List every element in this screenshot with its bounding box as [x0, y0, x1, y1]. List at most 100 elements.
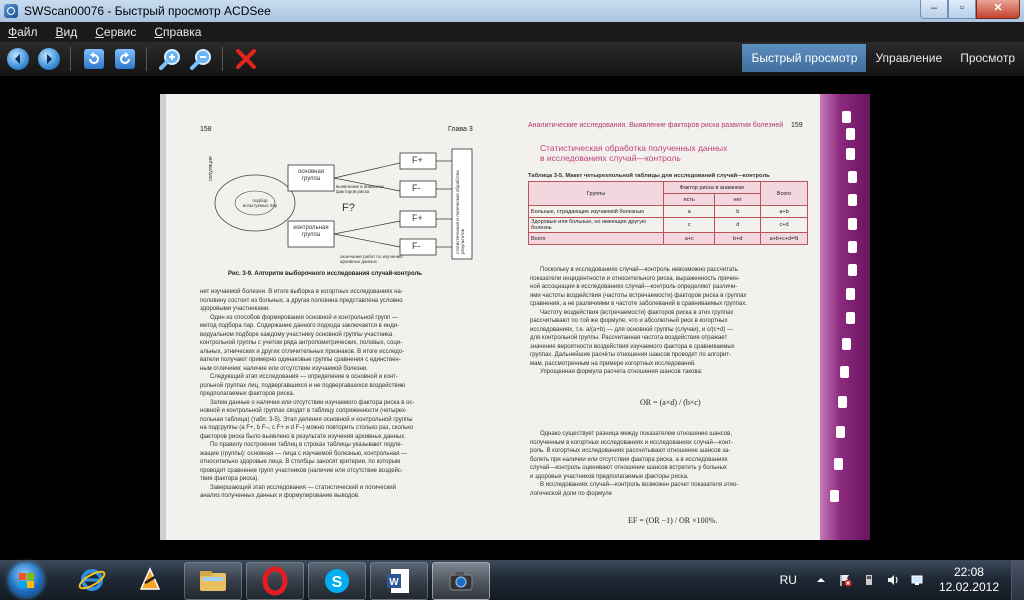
windows-logo-icon — [9, 563, 43, 597]
text-line: жащие (группы): основная — лица с изучае… — [200, 450, 408, 457]
diagram-risk-factor: выявление в анамнезе факторов риска — [336, 184, 384, 194]
text-line: половину состоит из больных, а другая по… — [200, 297, 403, 304]
perforation — [846, 128, 855, 140]
maximize-button[interactable]: ▫ — [948, 0, 976, 19]
table-header-total: Всего — [760, 181, 808, 206]
delete-icon — [236, 49, 256, 69]
taskbar-opera[interactable] — [246, 562, 304, 600]
taskbar: S W RU 22:08 12.02.2012 — [0, 560, 1024, 600]
window-controls: – ▫ ✕ — [920, 0, 1020, 19]
tab-view[interactable]: Просмотр — [951, 44, 1024, 72]
system-tray: RU 22:08 12.02.2012 — [780, 560, 1024, 600]
text-line: Затем данные о наличии или отсутствии из… — [210, 399, 415, 406]
tab-manage[interactable]: Управление — [866, 44, 951, 72]
title-bar[interactable]: SWScan00076 - Быстрый просмотр ACDSee – … — [0, 0, 1024, 22]
tab-quick-view[interactable]: Быстрый просмотр — [742, 44, 867, 72]
diagram-f-plus-2: F+ — [412, 213, 423, 223]
action-center-flag-icon[interactable] — [838, 573, 852, 587]
show-hidden-icons-icon[interactable] — [814, 573, 828, 587]
text-line: ным отличием: наличие или отсутствие изу… — [200, 365, 368, 372]
text-line: болеть при наличии или отсутствия фактор… — [530, 456, 728, 463]
perforation — [848, 194, 857, 206]
forward-button[interactable] — [36, 46, 62, 72]
zoom-in-icon — [159, 49, 180, 70]
show-desktop-button[interactable] — [1011, 560, 1024, 600]
diagram-main-group: основная группа — [297, 169, 325, 182]
formula-etiological-fraction: EF = (OR −1) / OR ×100%. — [628, 516, 718, 525]
right-column-text: Поскольку в исследованиях случай—контрол… — [530, 266, 820, 377]
taskbar-ie[interactable] — [64, 562, 120, 598]
diagram-cloud-label: подбор испытуемых пар — [242, 198, 278, 208]
usb-device-icon[interactable] — [862, 573, 876, 587]
text-line: ной ассоциации в исследованиях случай—ко… — [530, 284, 738, 290]
menu-view[interactable]: Вид — [56, 25, 78, 39]
close-button[interactable]: ✕ — [976, 0, 1020, 19]
text-line: Частоту воздействия (встречаемости) факт… — [540, 309, 734, 316]
volume-icon[interactable] — [886, 573, 900, 587]
window-title: SWScan00076 - Быстрый просмотр ACDSee — [24, 4, 271, 18]
contingency-table: Группы Фактор риска в анамнезе Всего ест… — [528, 181, 808, 245]
minimize-button[interactable]: – — [920, 0, 948, 19]
table-cell: b — [714, 205, 761, 218]
text-line: полученным в когортных исследованиях и и… — [530, 439, 733, 446]
language-indicator[interactable]: RU — [780, 573, 797, 587]
zoom-out-button[interactable] — [188, 46, 214, 72]
clock[interactable]: 22:08 12.02.2012 — [939, 565, 999, 595]
table-cell: c — [662, 217, 716, 233]
perforation — [838, 396, 847, 408]
table-cell: a+c — [662, 232, 716, 245]
network-icon[interactable] — [910, 573, 924, 587]
back-button[interactable] — [5, 46, 31, 72]
table-header-yes: есть — [662, 193, 716, 206]
text-line: сравнения, а не различиями в частоте заб… — [530, 301, 747, 307]
menu-file[interactable]: Файл — [8, 25, 38, 39]
table-cell: d — [714, 217, 761, 233]
clock-date: 12.02.2012 — [938, 580, 999, 594]
text-line: ватели получают примерно одинаковые груп… — [200, 357, 401, 363]
taskbar-acdsee[interactable] — [432, 562, 490, 600]
taskbar-word[interactable]: W — [370, 562, 428, 600]
menu-help[interactable]: Справка — [154, 25, 201, 39]
taskbar-winamp[interactable] — [122, 562, 178, 598]
ie-icon — [78, 569, 106, 591]
perforation — [840, 366, 849, 378]
text-line: нет изучаемой болезни. В итоге выборка в… — [200, 289, 403, 295]
left-header: Глава 3 — [448, 126, 473, 133]
perforation — [836, 426, 845, 438]
text-line: факторов риска было выявлено в результат… — [200, 433, 406, 440]
menu-tools[interactable]: Сервис — [95, 25, 136, 39]
text-line: метод подбора пар. Содержание данного по… — [200, 323, 400, 329]
image-viewer[interactable]: 158 Глава 3 Аналитические исследования. … — [0, 76, 1024, 560]
zoom-in-button[interactable] — [157, 46, 183, 72]
text-line: Один из способов формирования основной и… — [210, 314, 398, 321]
rotate-left-button[interactable] — [81, 46, 107, 72]
acdsee-icon — [449, 572, 473, 591]
diagram-f-minus-2: F- — [412, 241, 421, 251]
opera-icon — [262, 566, 288, 596]
formula-odds-ratio: OR = (a×d) / (b×c) — [640, 398, 701, 407]
delete-button[interactable] — [233, 46, 259, 72]
text-line: Поскольку в исследованиях случай—контрол… — [540, 267, 738, 273]
rotate-right-button[interactable] — [112, 46, 138, 72]
text-line: Упрощенная формула расчета отношения шан… — [540, 369, 703, 375]
text-line: новной и контрольной группах сводят в та… — [200, 408, 408, 414]
table-header-factor: Фактор риска в анамнезе — [663, 181, 761, 194]
perforation — [848, 264, 857, 276]
skype-icon: S — [325, 569, 349, 593]
perforation — [830, 490, 839, 502]
figure-caption: Рис. 3-9. Алгоритм выборочного исследова… — [228, 271, 422, 277]
acdsee-app-icon — [4, 4, 18, 18]
taskbar-explorer[interactable] — [184, 562, 242, 600]
taskbar-skype[interactable]: S — [308, 562, 366, 600]
text-line: По правилу построения таблиц в строках т… — [210, 442, 403, 448]
text-line: на подгруппы (a F+, b F–, c F+ и d F–) м… — [200, 425, 414, 431]
forward-arrow-icon — [38, 48, 60, 70]
text-line: мам, рассмотренным на примере когортных … — [530, 360, 696, 367]
start-button[interactable] — [2, 561, 50, 599]
toolbar-separator — [146, 47, 147, 71]
text-line: для контрольной группы. Рассчитанная час… — [530, 335, 728, 341]
perforation — [848, 218, 857, 230]
diagram-f-minus-1: F- — [412, 183, 421, 193]
perforation — [846, 148, 855, 160]
mode-tabs: Быстрый просмотр Управление Просмотр — [742, 44, 1024, 72]
